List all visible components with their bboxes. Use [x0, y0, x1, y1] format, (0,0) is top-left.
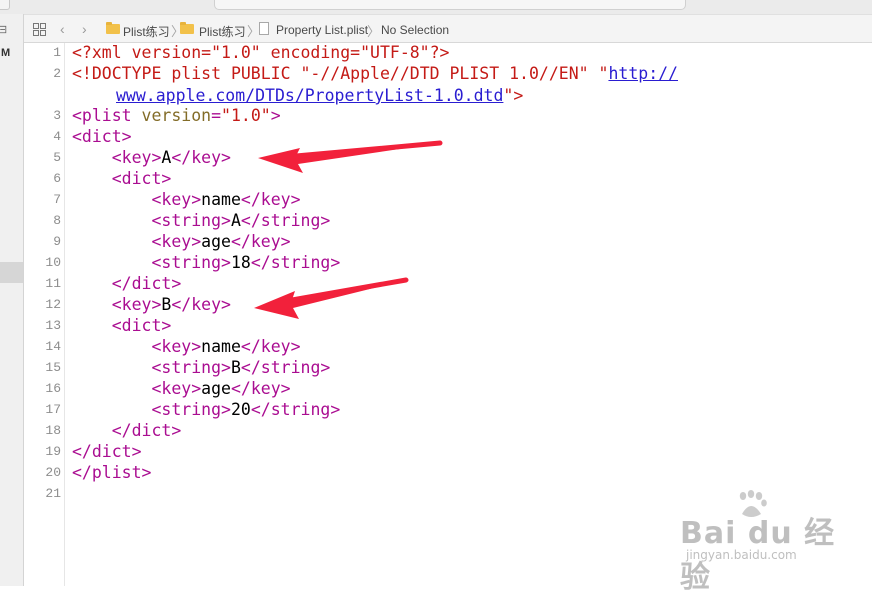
baidu-jingyan-watermark: Bai du 经验 jingyan.baidu.com	[680, 490, 860, 595]
watermark-url: jingyan.baidu.com	[686, 548, 797, 562]
annotation-arrow-key-a	[258, 140, 443, 173]
annotation-arrow-key-b	[254, 277, 409, 319]
